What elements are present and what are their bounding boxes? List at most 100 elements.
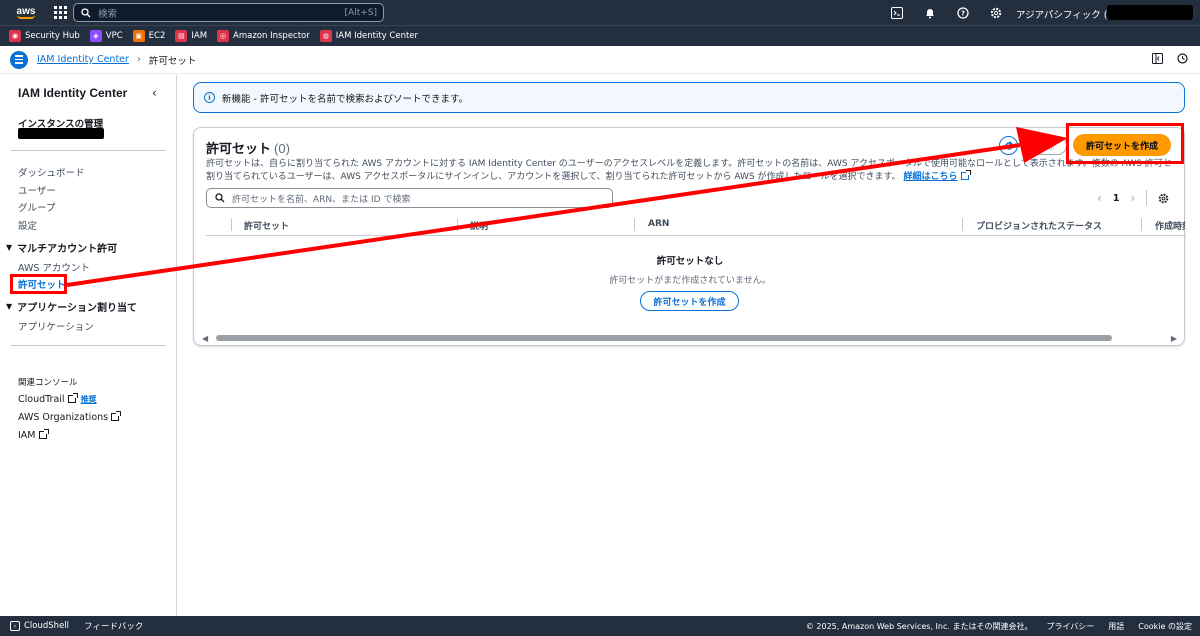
- related-link-iam[interactable]: IAM: [18, 429, 49, 441]
- scrollbar-thumb[interactable]: [216, 335, 1112, 341]
- previous-page-icon[interactable]: ‹: [1097, 191, 1102, 205]
- sidebar-item-users[interactable]: ユーザー: [18, 183, 56, 197]
- sidebar-section-multi-account[interactable]: ▼ マルチアカウント許可: [6, 240, 117, 255]
- sidebar-section-applications[interactable]: ▼ アプリケーション割り当て: [6, 299, 137, 314]
- privacy-link[interactable]: プライバシー: [1046, 621, 1094, 632]
- sidebar-item-groups[interactable]: グループ: [18, 200, 55, 214]
- search-icon: [81, 7, 91, 17]
- cloudshell-icon: ›: [10, 621, 20, 631]
- ec2-icon: ▣: [132, 30, 145, 42]
- breadcrumb-root-link[interactable]: IAM Identity Center: [37, 54, 129, 65]
- scroll-right-icon[interactable]: ▶: [1171, 334, 1177, 343]
- side-navigation: IAM Identity Center ‹ インスタンスの管理 ダッシュボード …: [0, 75, 177, 616]
- favorite-ec2[interactable]: ▣ EC2: [132, 30, 165, 42]
- svg-text:?: ?: [961, 9, 965, 17]
- search-shortcut: [Alt+S]: [344, 7, 377, 18]
- favorite-security-hub[interactable]: ◉ Security Hub: [9, 30, 80, 42]
- feedback-link[interactable]: フィードバック: [84, 620, 143, 632]
- column-header-created[interactable]: 作成時刻: [1155, 219, 1185, 232]
- external-link-icon: [67, 393, 78, 403]
- empty-state-title: 許可セットなし: [656, 256, 724, 267]
- empty-state-create-button[interactable]: 許可セットを作成: [640, 291, 739, 311]
- item-count: (0): [274, 141, 290, 156]
- recommended-badge: 推奨: [80, 395, 97, 404]
- cookie-settings-link[interactable]: Cookie の設定: [1138, 621, 1192, 632]
- sidebar-item-aws-accounts[interactable]: AWS アカウント: [18, 260, 90, 274]
- caret-down-icon: ▼: [6, 243, 13, 252]
- permission-sets-table-container: 許可セット (0) 削除 許可セットを作成 許可セットは、自らに割り当てられた A…: [193, 127, 1186, 346]
- caret-down-icon: ▼: [6, 302, 13, 311]
- sidebar-item-settings[interactable]: 設定: [18, 218, 37, 232]
- aws-logo[interactable]: aws: [8, 0, 44, 25]
- related-consoles-heading: 関連コンソール: [18, 378, 78, 388]
- sidebar-item-applications[interactable]: アプリケーション: [18, 319, 94, 333]
- search-icon: [215, 193, 225, 203]
- page-number[interactable]: 1: [1113, 193, 1120, 204]
- collapse-sidebar-icon[interactable]: ‹: [152, 86, 157, 100]
- sidebar-title[interactable]: IAM Identity Center: [18, 86, 127, 100]
- permission-set-search-input[interactable]: 許可セットを名前、ARN、または ID で検索: [206, 188, 613, 208]
- column-header-provisioned-status[interactable]: プロビジョンされたステータス: [976, 219, 1102, 232]
- panel-description: 許可セットは、自らに割り当てられた AWS アカウントに対する IAM Iden…: [206, 159, 1171, 182]
- info-icon: i: [204, 92, 215, 103]
- related-link-cloudtrail[interactable]: CloudTrail 推奨: [18, 393, 97, 405]
- security-hub-icon: ◉: [9, 30, 21, 42]
- info-flashbar: i 新機能 - 許可セットを名前で検索およびソートできます。: [193, 82, 1185, 113]
- identity-center-icon: ◍: [319, 30, 332, 42]
- external-link-icon: [38, 429, 49, 439]
- iam-icon: ▤: [175, 30, 188, 42]
- page-title: 許可セット (0): [206, 141, 290, 156]
- global-search-input[interactable]: 検索 [Alt+S]: [73, 3, 384, 22]
- breadcrumb: IAM Identity Center › 許可セット: [0, 46, 1200, 74]
- table-header: 許可セット 説明 ARN プロビジョンされたステータス 作成時刻: [206, 214, 1186, 236]
- column-header-description[interactable]: 説明: [470, 219, 488, 232]
- chevron-right-icon: ›: [136, 54, 141, 65]
- external-link-icon: [111, 411, 122, 421]
- cloudshell-icon[interactable]: [890, 6, 904, 20]
- favorite-vpc[interactable]: ◈ VPC: [89, 30, 123, 42]
- external-link-icon: [960, 170, 971, 180]
- table-settings-icon[interactable]: [1158, 193, 1169, 204]
- related-link-organizations[interactable]: AWS Organizations: [18, 411, 122, 423]
- refresh-button[interactable]: [999, 136, 1018, 155]
- copyright: © 2025, Amazon Web Services, Inc. またはその関…: [805, 622, 1033, 631]
- inspector-icon: ◎: [217, 30, 230, 42]
- services-grid-icon[interactable]: [54, 5, 68, 20]
- annotation-box-sidebar: [10, 274, 67, 294]
- sidebar-divider: [11, 345, 166, 346]
- sidebar-item-dashboard[interactable]: ダッシュボード: [18, 165, 85, 179]
- empty-state-description: 許可セットがまだ作成されていません。: [609, 276, 771, 286]
- bell-icon[interactable]: [923, 6, 937, 20]
- terms-link[interactable]: 用語: [1108, 621, 1124, 632]
- instance-id-redacted: [18, 128, 104, 139]
- cloudshell-button[interactable]: › CloudShell: [10, 621, 69, 631]
- vpc-icon: ◈: [89, 30, 102, 42]
- footer: › CloudShell フィードバック © 2025, Amazon Web …: [0, 616, 1200, 636]
- account-menu-redacted[interactable]: [1107, 5, 1193, 20]
- annotation-box-create: [1066, 123, 1184, 164]
- breadcrumb-current: 許可セット: [148, 55, 197, 67]
- top-navigation: aws 検索 [Alt+S] ? アジアパシフィック (東京) ▾: [0, 0, 1200, 25]
- pagination: ‹ 1 ›: [1097, 190, 1169, 206]
- clock-icon[interactable]: [1177, 53, 1188, 64]
- refresh-icon: [1004, 140, 1013, 150]
- column-header-arn[interactable]: ARN: [648, 219, 669, 229]
- favorite-iam-identity-center[interactable]: ◍ IAM Identity Center: [319, 30, 418, 42]
- aws-smile-mark: [17, 15, 35, 19]
- favorite-iam[interactable]: ▤ IAM: [175, 30, 207, 42]
- side-panel-icon[interactable]: [1152, 53, 1163, 64]
- info-message: 新機能 - 許可セットを名前で検索およびソートできます。: [222, 93, 469, 105]
- delete-button[interactable]: 削除: [1024, 136, 1067, 155]
- favorites-bar: ◉ Security Hub ◈ VPC ▣ EC2 ▤ IAM ◎ Amazo…: [0, 25, 1200, 46]
- settings-icon[interactable]: [989, 6, 1003, 20]
- search-placeholder: 許可セットを名前、ARN、または ID で検索: [232, 194, 411, 205]
- search-placeholder: 検索: [98, 8, 118, 20]
- scroll-left-icon[interactable]: ◀: [202, 334, 208, 343]
- column-header-permission-set[interactable]: 許可セット: [244, 219, 289, 232]
- favorite-amazon-inspector[interactable]: ◎ Amazon Inspector: [217, 30, 310, 42]
- learn-more-link[interactable]: 詳細はこちら: [904, 172, 958, 182]
- next-page-icon[interactable]: ›: [1130, 191, 1135, 205]
- help-icon[interactable]: ?: [956, 6, 970, 20]
- horizontal-scrollbar[interactable]: ◀ ▶: [202, 334, 1177, 343]
- menu-icon[interactable]: [10, 50, 28, 69]
